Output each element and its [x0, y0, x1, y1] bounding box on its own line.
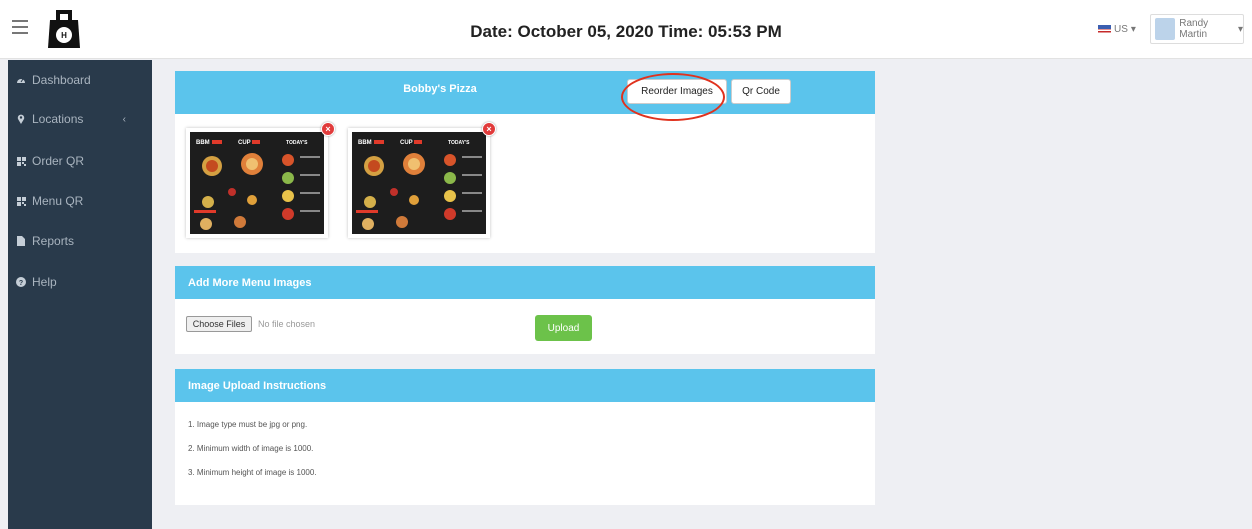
- delete-image-icon[interactable]: ×: [482, 122, 496, 136]
- upload-button[interactable]: Upload: [535, 315, 592, 341]
- upload-panel-title: Add More Menu Images: [188, 277, 312, 289]
- sidebar-item-label: Locations: [32, 112, 84, 126]
- top-bar: H Date: October 05, 2020 Time: 05:53 PM …: [0, 0, 1252, 59]
- menu-image-thumbnail[interactable]: BBM CUP TODAY'S: [348, 128, 490, 238]
- language-selector[interactable]: US ▾: [1098, 24, 1136, 35]
- sidebar-item-help[interactable]: ? Help: [8, 272, 152, 292]
- upload-panel-header: Add More Menu Images: [175, 266, 875, 299]
- restaurant-name: Bobby's Pizza: [403, 83, 477, 95]
- sidebar-item-label: Reports: [32, 234, 75, 248]
- menu-heading: TODAY'S: [448, 140, 470, 146]
- instructions-panel-title: Image Upload Instructions: [188, 380, 327, 392]
- qr-icon: [16, 196, 26, 206]
- user-menu[interactable]: Randy Martin ▾: [1150, 14, 1244, 44]
- sidebar-item-label: Help: [32, 275, 57, 289]
- upload-panel: Add More Menu Images: [175, 266, 875, 354]
- help-icon: ?: [16, 277, 26, 287]
- chevron-down-icon: ▾: [1130, 24, 1136, 35]
- sidebar-item-label: Menu QR: [32, 194, 84, 208]
- reorder-images-button[interactable]: Reorder Images: [627, 79, 727, 104]
- menu-heading: BBM: [358, 140, 372, 146]
- instructions-panel-header: Image Upload Instructions: [175, 369, 875, 402]
- menu-image: BBM CUP TODAY'S: [352, 132, 486, 234]
- sidebar-item-reports[interactable]: Reports: [8, 231, 152, 251]
- sidebar-item-order-qr[interactable]: Order QR: [8, 151, 152, 171]
- dashboard-icon: [16, 75, 26, 85]
- sidebar: Dashboard Locations ‹ Order QR Menu QR R…: [8, 60, 152, 529]
- sidebar-item-label: Order QR: [32, 154, 85, 168]
- sidebar-item-locations[interactable]: Locations ‹: [8, 109, 152, 129]
- instruction-item: 3. Minimum height of image is 1000.: [188, 468, 317, 477]
- user-name: Randy Martin: [1179, 18, 1209, 40]
- no-file-label: No file chosen: [258, 319, 316, 329]
- menu-heading: TODAY'S: [286, 140, 308, 146]
- instruction-item: 1. Image type must be jpg or png.: [188, 420, 308, 429]
- qr-code-button[interactable]: Qr Code: [731, 79, 791, 104]
- instructions-panel: Image Upload Instructions: [175, 369, 875, 505]
- date-time-display: Date: October 05, 2020 Time: 05:53 PM: [470, 22, 782, 41]
- file-icon: [16, 236, 26, 246]
- menu-heading: BBM: [196, 140, 210, 146]
- svg-text:?: ?: [19, 280, 23, 287]
- us-flag-icon: [1098, 25, 1111, 34]
- sidebar-item-menu-qr[interactable]: Menu QR: [8, 191, 152, 211]
- sidebar-item-dashboard[interactable]: Dashboard: [8, 70, 152, 90]
- instruction-item: 2. Minimum width of image is 1000.: [188, 444, 314, 453]
- language-label: US: [1114, 24, 1128, 35]
- delete-image-icon[interactable]: ×: [321, 122, 335, 136]
- menu-image: BBM CUP TODAY'S: [190, 132, 324, 234]
- chevron-left-icon: ‹: [122, 113, 126, 125]
- choose-files-button[interactable]: Choose Files: [186, 316, 252, 332]
- location-pin-icon: [16, 114, 26, 124]
- qr-icon: [16, 156, 26, 166]
- avatar: [1155, 18, 1176, 40]
- menu-heading: CUP: [400, 140, 413, 146]
- menu-image-thumbnail[interactable]: BBM CUP TODAY'S: [186, 128, 328, 238]
- sidebar-item-label: Dashboard: [32, 73, 91, 87]
- menu-heading: CUP: [238, 140, 251, 146]
- chevron-down-icon: ▾: [1237, 23, 1243, 35]
